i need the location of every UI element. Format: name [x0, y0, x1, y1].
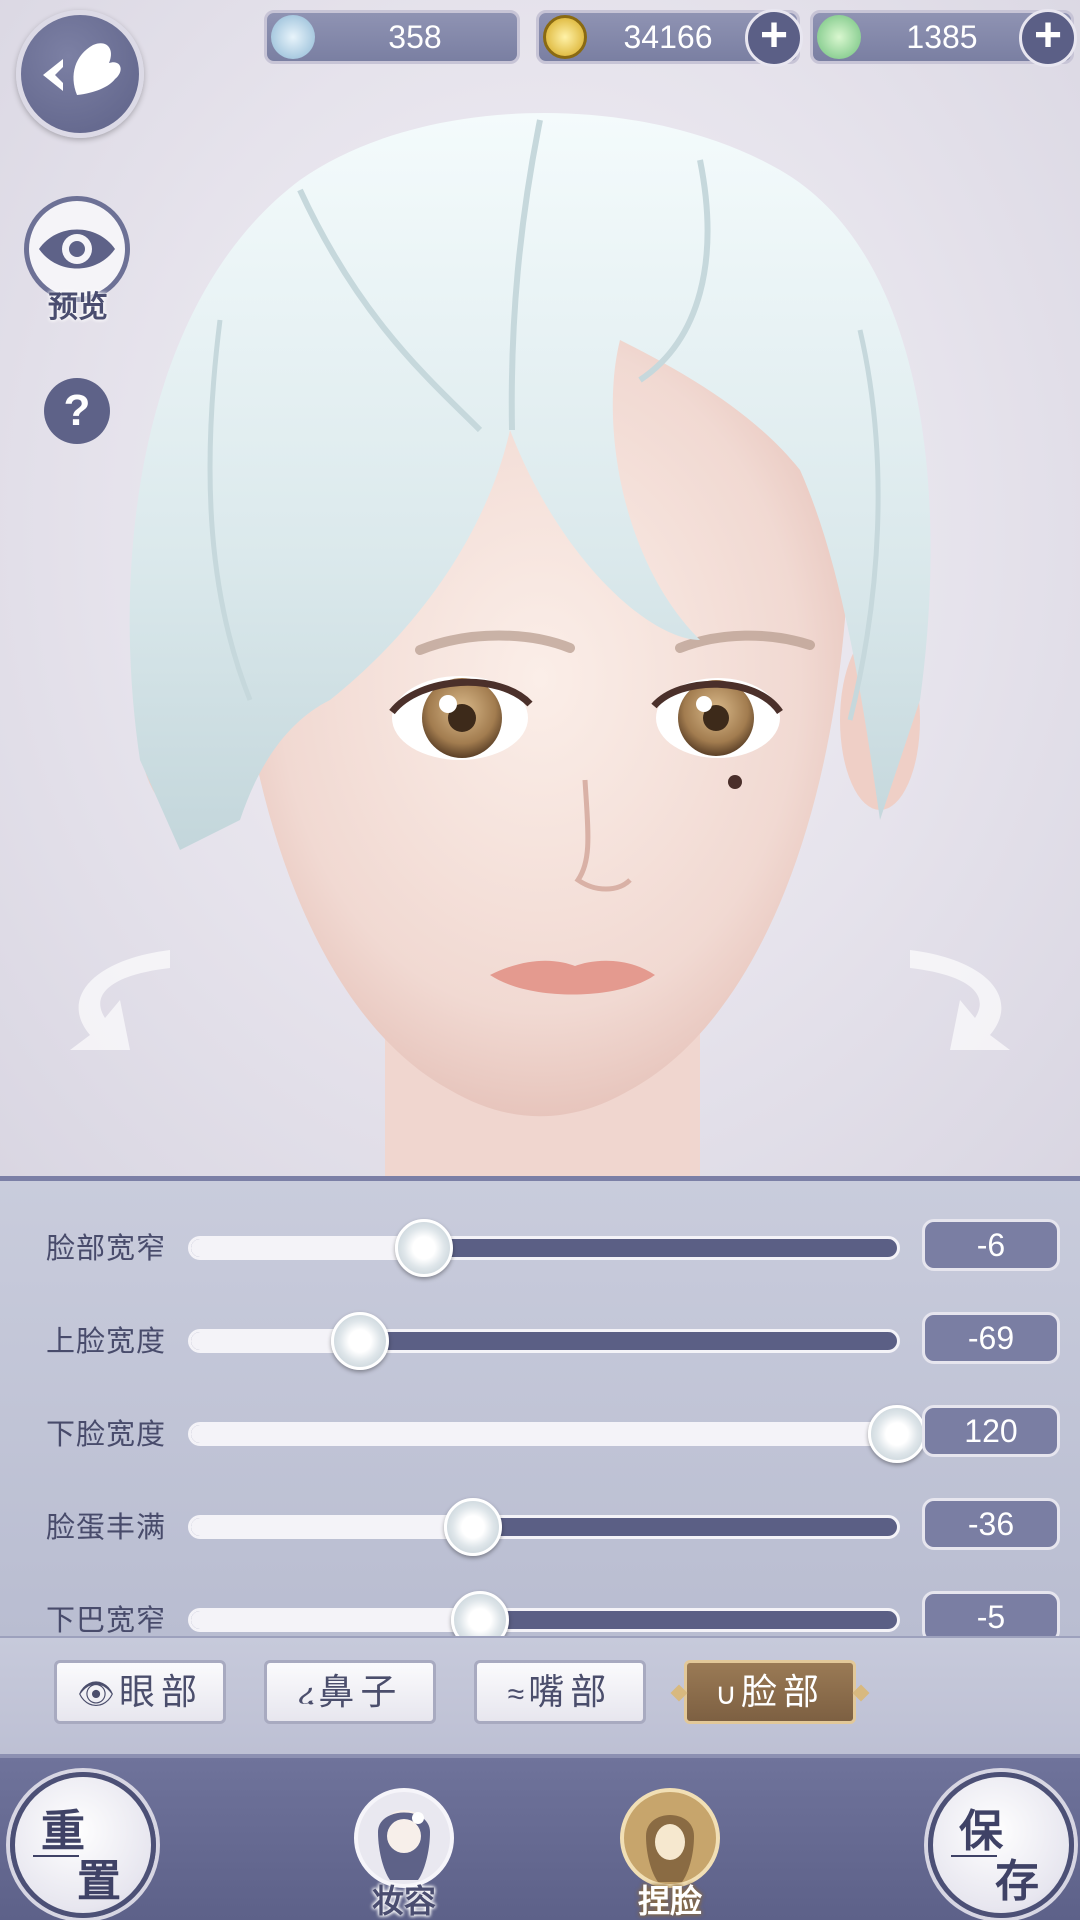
face-shaping-button[interactable] — [620, 1788, 720, 1888]
jade-token-icon — [817, 15, 861, 59]
tab-label: 嘴部 — [528, 1671, 613, 1712]
slider-value[interactable]: -6 — [922, 1219, 1060, 1271]
slider-label: 下脸宽度 — [46, 1419, 167, 1451]
slider-track[interactable] — [188, 1219, 900, 1277]
slider-row: 脸蛋丰满 -36 — [0, 1498, 1080, 1558]
back-butterfly-icon — [43, 43, 121, 95]
makeup-button[interactable] — [354, 1788, 454, 1888]
face-shaping-label: 捏脸 — [637, 1882, 702, 1920]
slider-track[interactable] — [188, 1312, 900, 1370]
slider-label: 下巴宽窄 — [46, 1605, 167, 1636]
tab-label: 脸部 — [740, 1671, 825, 1712]
slider-thumb[interactable] — [451, 1591, 510, 1636]
gold-coin-icon — [543, 15, 587, 59]
reset-char-2: 置 — [77, 1856, 121, 1907]
slider-row: 下脸宽度 120 — [0, 1405, 1080, 1465]
face-slider-panel: 脸部宽窄 -6 上脸宽度 -69 下脸宽度 120 脸蛋丰满 -36 下巴宽窄 — [0, 1176, 1080, 1636]
slider-thumb[interactable] — [444, 1498, 503, 1556]
currency-gold-value: 34166 — [623, 19, 713, 55]
preview-label: 预览 — [48, 290, 108, 325]
slider-fill — [191, 1518, 474, 1536]
help-button[interactable]: ? — [44, 378, 110, 444]
back-button[interactable] — [16, 10, 144, 138]
nose-icon: ረ — [297, 1678, 315, 1711]
add-gold-button[interactable]: + — [745, 9, 803, 67]
add-jade-button[interactable]: + — [1019, 9, 1077, 67]
slider-label: 脸蛋丰满 — [46, 1512, 167, 1544]
slider-fill — [191, 1239, 424, 1257]
rotate-right-icon[interactable] — [890, 940, 1030, 1070]
feather-token-icon — [271, 15, 315, 59]
makeup-woman-icon — [378, 1810, 430, 1880]
category-tab-bar: 👁 眼部 ረ 鼻子 ≈ 嘴部 ∪ 脸部 — [0, 1636, 1080, 1754]
slider-track[interactable] — [188, 1591, 900, 1636]
face-outline-icon: ∪ — [715, 1678, 737, 1711]
slider-fill — [191, 1425, 897, 1443]
slider-value[interactable]: 120 — [922, 1405, 1060, 1457]
slider-value[interactable]: -5 — [922, 1591, 1060, 1636]
divider — [951, 1855, 997, 1857]
currency-gold: 34166 + — [536, 9, 803, 67]
eye-icon: 👁 — [76, 1678, 116, 1711]
slider-row: 下巴宽窄 -5 — [0, 1591, 1080, 1636]
slider-label: 脸部宽窄 — [46, 1233, 167, 1265]
character-viewport[interactable] — [0, 0, 1080, 1176]
slider-value[interactable]: -36 — [922, 1498, 1060, 1550]
divider — [33, 1855, 79, 1857]
tab-mouth[interactable]: ≈ 嘴部 — [474, 1660, 646, 1724]
save-char-2: 存 — [995, 1856, 1039, 1907]
tab-eyes[interactable]: 👁 眼部 — [54, 1660, 226, 1724]
slider-label: 上脸宽度 — [46, 1326, 167, 1358]
slider-value[interactable]: -69 — [922, 1312, 1060, 1364]
bottom-bar: 重 置 妆容 捏脸 保 存 — [0, 1754, 1080, 1920]
makeup-label: 妆容 — [371, 1882, 436, 1920]
help-icon: ? — [63, 386, 91, 435]
reset-button[interactable]: 重 置 — [10, 1772, 156, 1918]
slider-track[interactable] — [188, 1498, 900, 1556]
tab-nose[interactable]: ረ 鼻子 — [264, 1660, 436, 1724]
slider-thumb[interactable] — [868, 1405, 926, 1463]
face-shaping-icon — [646, 1815, 694, 1882]
slider-fill — [191, 1611, 481, 1629]
slider-thumb[interactable] — [394, 1219, 453, 1277]
currency-jade-value: 1385 — [906, 19, 978, 55]
currency-feather-value: 358 — [388, 19, 442, 55]
tab-face[interactable]: ∪ 脸部 — [684, 1660, 856, 1724]
lips-icon: ≈ — [507, 1678, 525, 1711]
save-button[interactable]: 保 存 — [928, 1772, 1074, 1918]
tab-label: 眼部 — [119, 1671, 204, 1712]
currency-jade: 1385 + — [810, 9, 1077, 67]
tab-label: 鼻子 — [318, 1671, 403, 1712]
slider-track[interactable] — [188, 1405, 926, 1463]
slider-thumb[interactable] — [331, 1312, 390, 1370]
currency-feather: 358 — [264, 10, 520, 64]
slider-row: 脸部宽窄 -6 — [0, 1219, 1080, 1279]
slider-row: 上脸宽度 -69 — [0, 1312, 1080, 1372]
rotate-left-icon[interactable] — [50, 940, 190, 1070]
